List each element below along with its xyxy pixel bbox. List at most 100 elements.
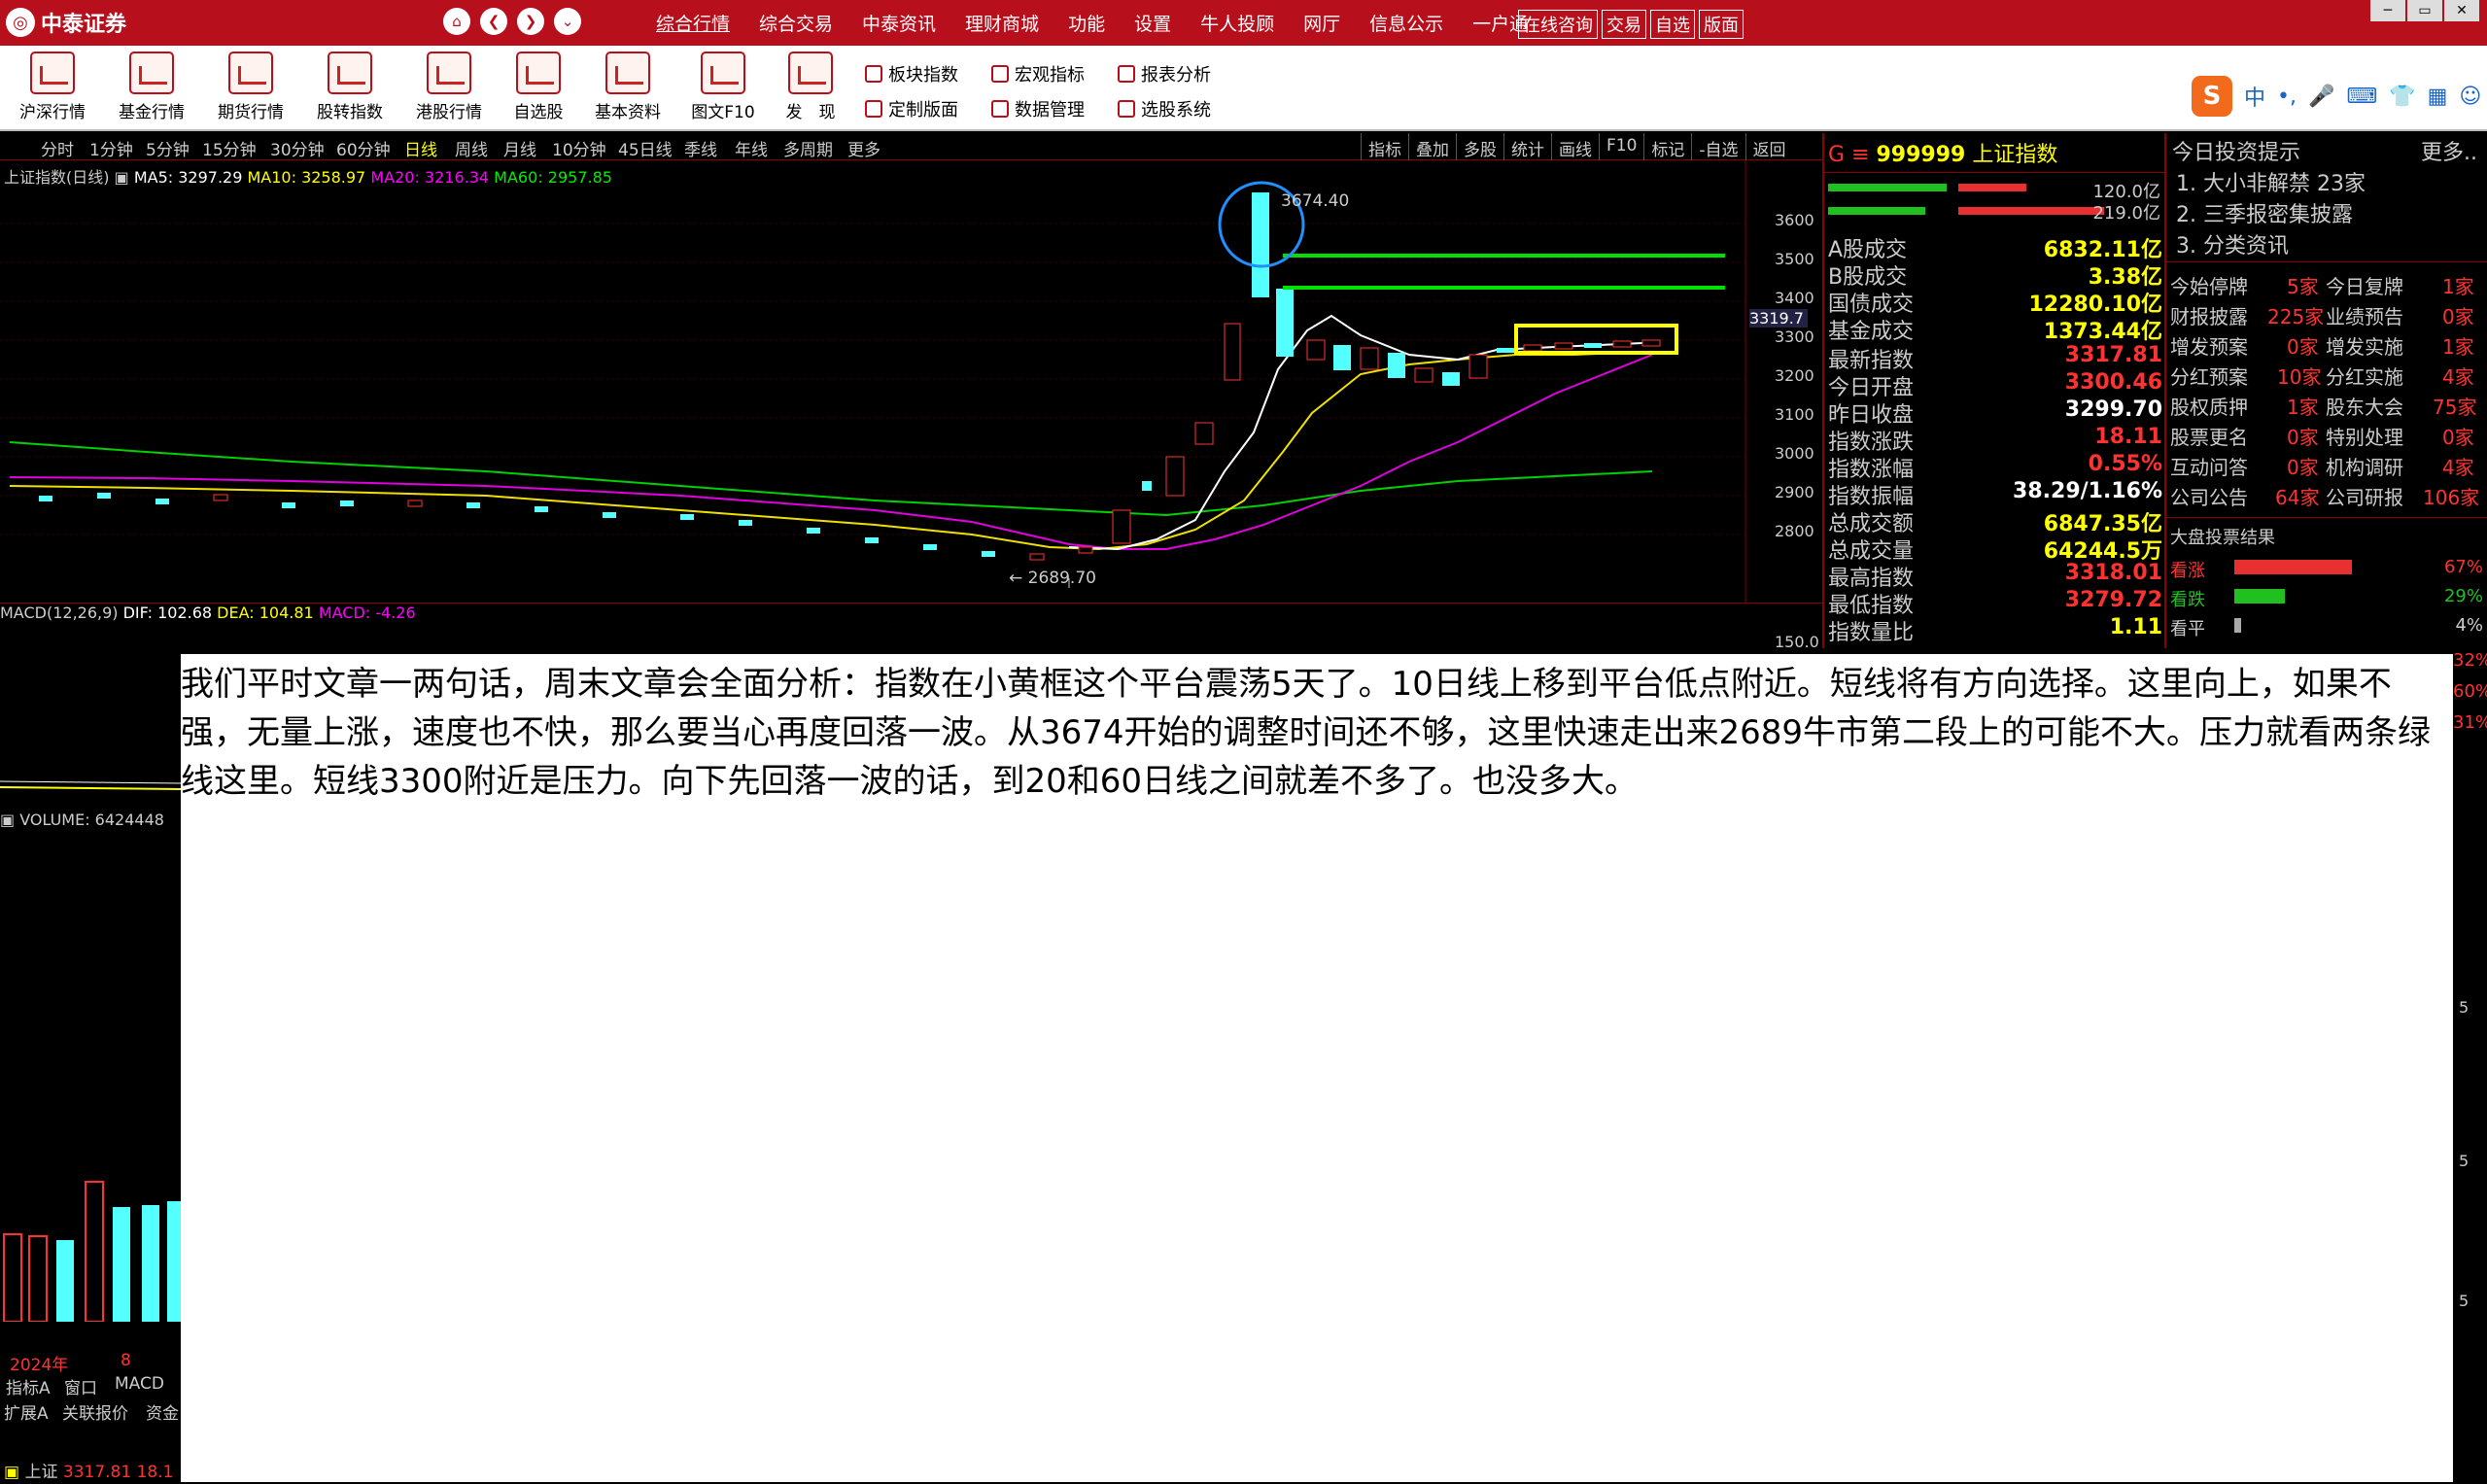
period-tab[interactable]: 多周期 <box>783 136 833 160</box>
menu-item[interactable]: 网厅 <box>1289 10 1355 36</box>
period-tab[interactable]: 年线 <box>735 136 768 160</box>
menu-item[interactable]: 功能 <box>1054 10 1120 36</box>
sogou-icon[interactable]: S <box>2192 76 2232 117</box>
layout-button[interactable]: 版面 <box>1699 10 1744 39</box>
stat-row[interactable]: 公司公告 64家 公司研报 106家 <box>2166 482 2487 512</box>
news-item[interactable]: 2. 三季报密集披露 <box>2176 197 2353 228</box>
period-tab[interactable]: 1分钟 <box>89 136 133 160</box>
toolbar-button[interactable]: 自选股 <box>494 52 583 127</box>
close-icon[interactable]: ✕ <box>2444 0 2479 21</box>
period-tab[interactable]: 30分钟 <box>270 136 325 160</box>
forward-icon[interactable]: ❯ <box>517 8 544 35</box>
tab-funds[interactable]: 资金 <box>146 1399 179 1424</box>
quote-row: 总成交额 6847.35亿 <box>1828 506 2162 536</box>
watchlist-button[interactable]: 自选 <box>1650 10 1695 39</box>
period-tab[interactable]: 60分钟 <box>336 136 391 160</box>
quote-row: B股成交 3.38亿 <box>1828 259 2162 290</box>
stat-row[interactable]: 股票更名 0家 特别处理 0家 <box>2166 422 2487 452</box>
stat-key: 互动问答 <box>2170 456 2248 479</box>
period-tab[interactable]: 季线 <box>684 136 717 160</box>
period-tab[interactable]: 月线 <box>503 136 536 160</box>
stat-row[interactable]: 增发预案 0家 增发实施 1家 <box>2166 331 2487 362</box>
tab-extend[interactable]: 扩展A <box>4 1399 49 1424</box>
period-tab[interactable]: 10分钟 <box>552 136 606 160</box>
right-edge-panel: 32% 60% 31% 5 5 5 <box>2453 648 2487 1484</box>
toolbar-button[interactable]: 股转指数 <box>305 52 395 127</box>
menu-item[interactable]: 综合行情 <box>641 10 744 36</box>
chart-tool-button[interactable]: 统计 <box>1503 133 1551 163</box>
chart-tool-button[interactable]: 返回 <box>1744 133 1793 163</box>
toolbar-button[interactable]: 沪深行情 <box>8 52 97 127</box>
menu-item[interactable]: 综合交易 <box>744 10 847 36</box>
news-item[interactable]: 1. 大小非解禁 23家 <box>2176 166 2366 197</box>
toolbar-label: 图文F10 <box>691 103 755 122</box>
toolbar-button[interactable]: 基本资料 <box>583 52 673 127</box>
settings-icon[interactable]: ▣ <box>0 811 19 829</box>
period-tab[interactable]: 日线 <box>404 136 437 160</box>
dea-line <box>0 786 181 790</box>
tab-related-quotes[interactable]: 关联报价 <box>62 1399 128 1424</box>
minimize-icon[interactable]: ─ <box>2370 0 2405 21</box>
toolbar-button[interactable]: 发 现 <box>766 52 855 127</box>
skin-icon[interactable]: 👕 <box>2389 85 2415 109</box>
menu-item[interactable]: 信息公示 <box>1355 10 1458 36</box>
chart-tool-button[interactable]: 标记 <box>1643 133 1691 163</box>
tab-window[interactable]: 窗口 <box>64 1374 97 1398</box>
chart-tool-button[interactable]: 多股 <box>1456 133 1503 163</box>
chart-tool-button[interactable]: 叠加 <box>1408 133 1456 163</box>
ime-punct[interactable]: •, <box>2277 85 2297 109</box>
toolbar-button[interactable]: 图文F10 <box>678 52 768 127</box>
tab-indicator[interactable]: 指标A <box>6 1374 51 1398</box>
grid-icon[interactable]: ▦ <box>2428 85 2448 109</box>
mic-icon[interactable]: 🎤 <box>2308 85 2334 109</box>
menu-item[interactable]: 中泰资讯 <box>847 10 950 36</box>
more-link[interactable]: 更多.. <box>2421 135 2477 166</box>
vote-row[interactable]: 看涨 67% <box>2166 557 2487 584</box>
news-item[interactable]: 3. 分类资讯 <box>2176 228 2289 259</box>
home-icon[interactable]: ⌂ <box>443 8 470 35</box>
toolbar-small-button[interactable]: 选股系统 <box>1118 96 1211 121</box>
kline-chart[interactable]: 上证指数(日线) ▣ MA5: 3297.29 MA10: 3258.97 MA… <box>0 160 1814 603</box>
quote-value: 1.11 <box>2109 615 2162 639</box>
toolbar-small-button[interactable]: 宏观指标 <box>991 61 1085 86</box>
toolbar-small-button[interactable]: 板块指数 <box>865 61 958 86</box>
toolbar-small-button[interactable]: 定制版面 <box>865 96 958 121</box>
toolbar-button[interactable]: 基金行情 <box>107 52 196 127</box>
status-icon[interactable]: ▣ <box>0 1463 19 1482</box>
restore-icon[interactable]: ▭ <box>2407 0 2442 21</box>
stat-row[interactable]: 分红预案 10家 分红实施 4家 <box>2166 362 2487 392</box>
dropdown-icon[interactable]: ⌄ <box>554 8 581 35</box>
period-tab[interactable]: 更多 <box>847 136 881 160</box>
menu-item[interactable]: 理财商城 <box>950 10 1054 36</box>
bar-value: 219.0亿 <box>2092 203 2160 224</box>
period-tab[interactable]: 15分钟 <box>202 136 257 160</box>
toolbar-small-button[interactable]: 数据管理 <box>991 96 1085 121</box>
stat-row[interactable]: 互动问答 0家 机构调研 4家 <box>2166 452 2487 482</box>
chart-tool-button[interactable]: F10 <box>1599 133 1643 163</box>
back-icon[interactable]: ❮ <box>480 8 507 35</box>
stat-row[interactable]: 股权质押 1家 股东大会 75家 <box>2166 392 2487 422</box>
toolbar-button[interactable]: 期货行情 <box>206 52 295 127</box>
tab-macd[interactable]: MACD <box>115 1374 164 1394</box>
trade-button[interactable]: 交易 <box>1602 10 1646 39</box>
period-tab[interactable]: 5分钟 <box>146 136 190 160</box>
toolbar-small-button[interactable]: 报表分析 <box>1118 61 1211 86</box>
vote-row[interactable]: 看平 4% <box>2166 615 2487 642</box>
menu-item[interactable]: 设置 <box>1120 10 1186 36</box>
chart-tool-button[interactable]: 指标 <box>1361 133 1408 163</box>
chart-tool-button[interactable]: -自选 <box>1691 133 1744 163</box>
period-tab[interactable]: 45日线 <box>618 136 673 160</box>
stat-row[interactable]: 今始停牌 5家 今日复牌 1家 <box>2166 271 2487 301</box>
vote-row[interactable]: 看跌 29% <box>2166 586 2487 613</box>
toolbar-button[interactable]: 港股行情 <box>404 52 494 127</box>
consult-button[interactable]: 在线咨询 <box>1518 10 1598 39</box>
ime-mode[interactable]: 中 <box>2244 81 2265 112</box>
period-tab[interactable]: 分时 <box>41 136 74 160</box>
menu-item[interactable]: 牛人投顾 <box>1186 10 1289 36</box>
mascot-icon[interactable]: ☺ <box>2459 85 2481 109</box>
chart-tool-button[interactable]: 画线 <box>1551 133 1599 163</box>
keyboard-icon[interactable]: ⌨ <box>2346 85 2377 109</box>
stat-row[interactable]: 财报披露 225家 业绩预告 0家 <box>2166 301 2487 331</box>
quote-row: 总成交量 64244.5万 <box>1828 534 2162 564</box>
period-tab[interactable]: 周线 <box>455 136 488 160</box>
